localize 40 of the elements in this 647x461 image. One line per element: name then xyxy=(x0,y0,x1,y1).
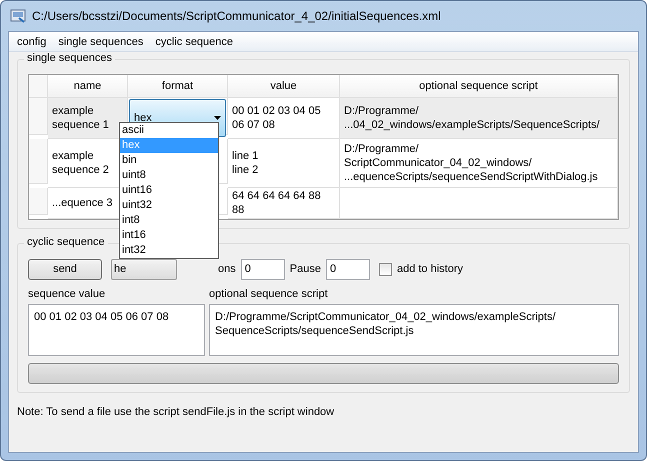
dropdown-option[interactable]: uint16 xyxy=(120,183,218,198)
field-label: sequence value xyxy=(28,288,106,300)
checkbox[interactable] xyxy=(378,262,392,276)
checkbox-label: add to history xyxy=(396,263,463,275)
group-title: cyclic sequence xyxy=(24,236,108,248)
menu-item[interactable]: cyclic sequence xyxy=(149,36,240,48)
column-header[interactable]: name xyxy=(48,75,128,98)
blank-button[interactable] xyxy=(28,363,619,384)
row-header[interactable] xyxy=(29,98,48,135)
column-header[interactable]: format xyxy=(128,75,228,98)
caret-icon xyxy=(214,116,221,120)
script-path-field[interactable]: D:/Programme/ScriptCommunicator_04_02_windows/exampleScripts/ SequenceScripts/sequenceSendScript.js xyxy=(209,304,619,356)
table-cell: 64 64 64 64 64 88 88 xyxy=(228,188,340,219)
window-title: C:/Users/bcsstzi/Documents/ScriptCommunicator_4_02/initialSequences.xml xyxy=(32,9,441,23)
app-icon xyxy=(10,8,26,24)
column-header[interactable]: optional sequence script xyxy=(340,75,618,98)
pause-field[interactable]: 0 xyxy=(326,258,370,280)
table-cell: line 1 line 2 xyxy=(228,139,340,188)
column-header[interactable]: value xyxy=(228,75,340,98)
row-header[interactable] xyxy=(29,188,48,215)
sequence-value-field[interactable]: 00 01 02 03 04 05 06 07 08 xyxy=(28,304,205,356)
field-label: ons xyxy=(218,263,236,275)
note-text: Note: To send a file use the script sendFile.js in the script window xyxy=(17,406,336,418)
menu-item[interactable]: config xyxy=(11,36,52,48)
group-title: single sequences xyxy=(24,52,116,64)
field-label: optional sequence script xyxy=(209,288,329,300)
dropdown-option[interactable]: uint8 xyxy=(120,168,218,183)
row-header[interactable] xyxy=(29,139,48,184)
send-button[interactable]: send xyxy=(28,258,102,280)
table-cell: D:/Programme/ ...04_02_windows/exampleScripts/SequenceScripts/ xyxy=(340,98,618,139)
repetitions-field[interactable]: 0 xyxy=(240,258,285,280)
dropdown-option[interactable]: int16 xyxy=(120,228,218,243)
format-dropdown[interactable]: he xyxy=(111,258,177,280)
field-label: Pause xyxy=(290,263,321,275)
menu-item[interactable]: single sequences xyxy=(52,36,150,48)
dropdown-option[interactable]: bin xyxy=(120,153,218,168)
dropdown-option[interactable]: int32 xyxy=(120,243,218,258)
dropdown-option[interactable]: int8 xyxy=(120,213,218,228)
dropdown-option[interactable]: uint32 xyxy=(120,198,218,213)
table-cell: D:/Programme/ ScriptCommunicator_04_02_windows/ ...equenceScripts/sequenceSendScriptWithDialog.js xyxy=(340,139,618,188)
